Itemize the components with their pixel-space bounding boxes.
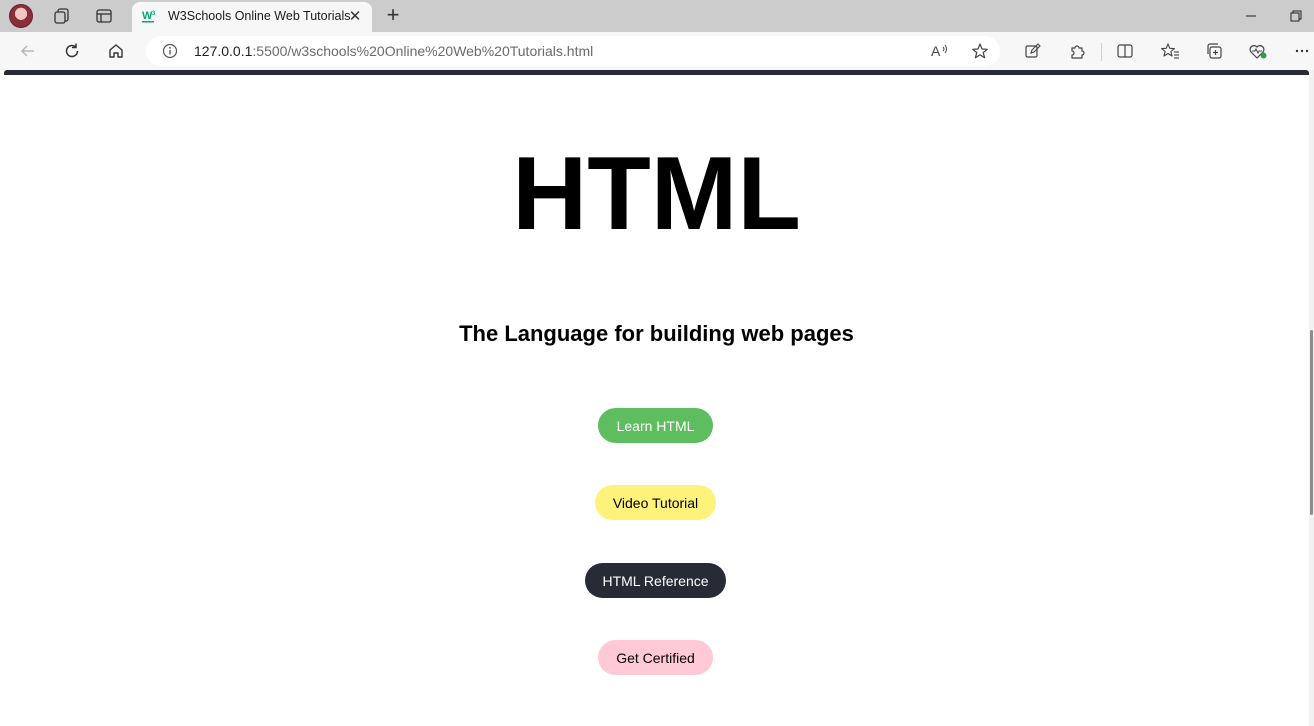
favorite-star-icon[interactable] <box>966 37 994 65</box>
collections-icon[interactable] <box>1200 37 1228 65</box>
svg-text:A: A <box>931 43 941 59</box>
scrollbar-thumb[interactable] <box>1310 330 1313 515</box>
favorites-icon[interactable] <box>1156 37 1184 65</box>
vertical-tabs-icon[interactable] <box>91 4 117 28</box>
refresh-icon[interactable] <box>58 37 86 65</box>
restore-icon[interactable] <box>1276 4 1314 28</box>
w3schools-favicon-icon: W3 <box>142 9 158 23</box>
browser-toolbar: 127.0.0.1:5500/w3schools%20Online%20Web%… <box>0 32 1314 70</box>
new-tab-button[interactable]: + <box>381 2 405 27</box>
profile-avatar[interactable] <box>9 4 33 28</box>
workspaces-icon[interactable] <box>49 4 75 28</box>
active-tab[interactable]: W3 W3Schools Online Web Tutorials ✕ <box>132 2 372 32</box>
toolbar-separator <box>1101 43 1102 61</box>
home-icon[interactable] <box>102 37 130 65</box>
extensions-icon[interactable] <box>1063 37 1091 65</box>
read-aloud-icon[interactable]: A <box>926 37 954 65</box>
url-host: 127.0.0.1 <box>194 43 253 59</box>
page-title: HTML <box>512 136 801 252</box>
get-certified-button[interactable]: Get Certified <box>598 640 713 675</box>
video-tutorial-button[interactable]: Video Tutorial <box>595 485 716 520</box>
edit-icon[interactable] <box>1019 37 1047 65</box>
url-path: :5500/w3schools%20Online%20Web%20Tutoria… <box>252 43 594 59</box>
back-arrow-icon[interactable] <box>14 37 42 65</box>
browser-essentials-icon[interactable] <box>1244 37 1272 65</box>
address-bar[interactable]: 127.0.0.1:5500/w3schools%20Online%20Web%… <box>146 36 1000 66</box>
page-subtitle: The Language for building web pages <box>459 321 854 346</box>
page-content: HTML The Language for building web pages… <box>4 75 1309 726</box>
site-info-icon[interactable] <box>162 43 178 59</box>
tab-close-icon[interactable]: ✕ <box>346 7 364 25</box>
tab-title: W3Schools Online Web Tutorials <box>168 9 351 23</box>
html-reference-button[interactable]: HTML Reference <box>585 563 726 598</box>
url-text[interactable]: 127.0.0.1:5500/w3schools%20Online%20Web%… <box>194 43 593 59</box>
minimize-icon[interactable] <box>1231 4 1271 28</box>
svg-text:3: 3 <box>152 11 156 17</box>
learn-html-button[interactable]: Learn HTML <box>598 408 713 443</box>
split-screen-icon[interactable] <box>1111 37 1139 65</box>
vertical-scrollbar[interactable] <box>1309 70 1314 726</box>
tab-strip: W3 W3Schools Online Web Tutorials ✕ + <box>0 0 1314 32</box>
more-menu-icon[interactable] <box>1288 37 1314 65</box>
